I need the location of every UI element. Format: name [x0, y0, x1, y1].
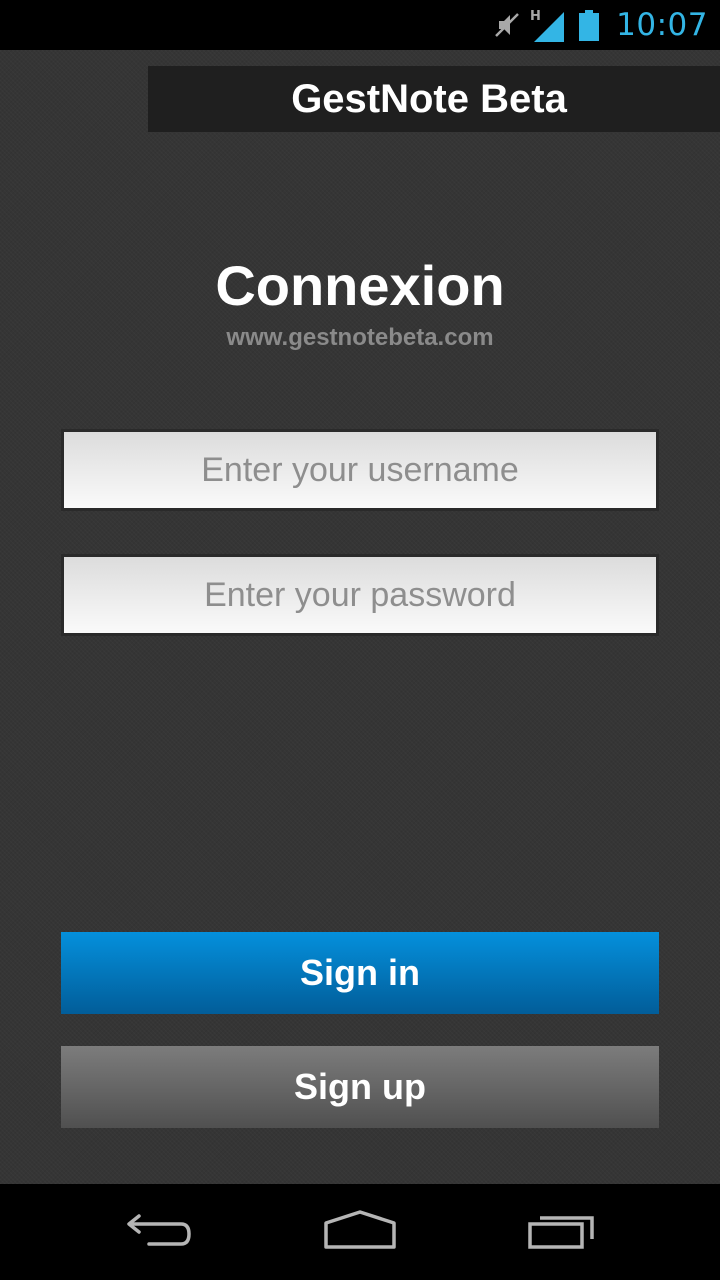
back-button[interactable]: [90, 1184, 230, 1280]
sign-up-label: Sign up: [294, 1066, 426, 1107]
sign-in-button[interactable]: Sign in: [61, 932, 659, 1014]
website-label: www.gestnotebeta.com: [226, 324, 494, 351]
password-input[interactable]: [64, 557, 656, 633]
back-icon: [125, 1210, 195, 1255]
clock: 10:07: [616, 7, 708, 43]
home-icon: [322, 1209, 398, 1256]
password-field-container: [61, 554, 659, 636]
muted-icon: [492, 10, 522, 40]
sign-in-label: Sign in: [300, 952, 420, 993]
network-type-label: H: [530, 9, 541, 24]
navigation-bar: [0, 1184, 720, 1280]
recent-apps-button[interactable]: [492, 1184, 632, 1280]
username-input[interactable]: [64, 432, 656, 508]
page-title: Connexion: [215, 254, 505, 317]
title-bar: GestNote Beta: [148, 66, 720, 132]
username-field-container: [61, 429, 659, 511]
signal-icon: H: [530, 8, 568, 42]
recent-apps-icon: [526, 1209, 598, 1256]
battery-icon: [578, 9, 600, 41]
sign-up-button[interactable]: Sign up: [61, 1046, 659, 1128]
status-bar: H 10:07: [0, 0, 720, 50]
login-screen: GestNote Beta Connexion www.gestnotebeta…: [0, 50, 720, 1184]
status-icons: H 10:07: [492, 0, 708, 50]
app-title: GestNote Beta: [291, 76, 567, 121]
home-button[interactable]: [290, 1184, 430, 1280]
